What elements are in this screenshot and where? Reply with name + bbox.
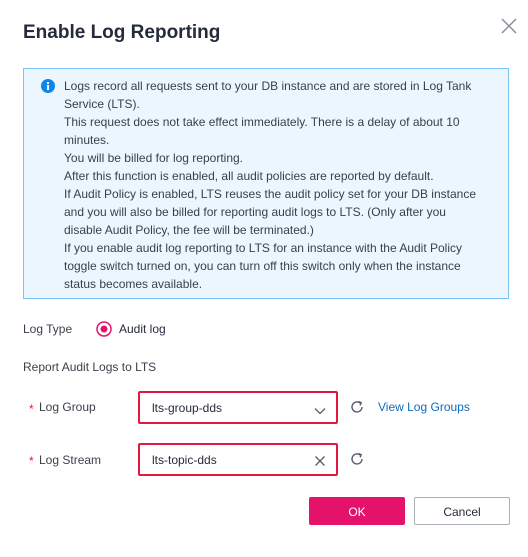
audit-log-radio[interactable] <box>96 321 112 337</box>
log-stream-required-mark: * <box>29 454 34 468</box>
clear-icon[interactable] <box>314 454 326 466</box>
report-audit-logs-label: Report Audit Logs to LTS <box>23 360 157 374</box>
info-line-2: Service (LTS). <box>64 97 140 111</box>
info-line-6: After this function is enabled, all audi… <box>64 169 434 183</box>
close-icon[interactable] <box>498 15 520 37</box>
log-group-select[interactable]: lts-group-dds <box>138 391 338 424</box>
info-line-10: If you enable audit log reporting to LTS… <box>64 241 463 255</box>
ok-button[interactable]: OK <box>309 497 405 525</box>
log-stream-label: Log Stream <box>39 453 102 467</box>
log-group-required-mark: * <box>29 402 34 416</box>
info-line-8: and you will also be billed for reportin… <box>64 205 446 219</box>
info-line-3: This request does not take effect immedi… <box>64 115 460 129</box>
log-stream-select[interactable]: lts-topic-dds <box>138 443 338 476</box>
info-line-4: minutes. <box>64 133 110 147</box>
info-line-1: Logs record all requests sent to your DB… <box>64 79 472 93</box>
info-notice: Logs record all requests sent to your DB… <box>23 68 509 299</box>
info-line-11: toggle switch turned on, you can turn of… <box>64 259 461 273</box>
info-line-9: disable Audit Policy, the fee will be te… <box>64 223 314 237</box>
log-stream-refresh-icon[interactable] <box>349 451 365 467</box>
log-stream-value: lts-topic-dds <box>152 453 217 467</box>
log-group-value: lts-group-dds <box>152 401 223 415</box>
info-line-12: status becomes available. <box>64 277 203 291</box>
enable-log-reporting-dialog: Enable Log Reporting Logs record all req… <box>0 0 528 557</box>
dialog-title: Enable Log Reporting <box>23 22 221 43</box>
info-line-7: If Audit Policy is enabled, LTS reuses t… <box>64 187 476 201</box>
log-group-refresh-icon[interactable] <box>349 399 365 415</box>
view-log-groups-link[interactable]: View Log Groups <box>378 400 470 414</box>
audit-log-radio-label[interactable]: Audit log <box>119 322 166 336</box>
chevron-down-icon[interactable] <box>314 403 326 415</box>
info-line-5: You will be billed for log reporting. <box>64 151 243 165</box>
log-group-label: Log Group <box>39 400 96 414</box>
cancel-button[interactable]: Cancel <box>414 497 510 525</box>
info-icon <box>41 79 55 93</box>
log-type-label: Log Type <box>23 322 73 336</box>
